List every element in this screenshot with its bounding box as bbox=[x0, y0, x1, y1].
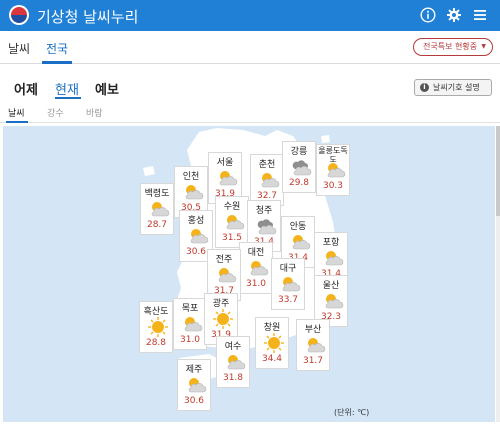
station-daegu[interactable]: 대구 33.7 bbox=[271, 258, 305, 310]
station-yeosu[interactable]: 여수 31.8 bbox=[216, 336, 250, 388]
tab-yesterday[interactable]: 어제 bbox=[14, 79, 38, 98]
warning-status-select[interactable]: 전국특보 현황중 ▼ bbox=[413, 38, 493, 56]
partly-cloudy-icon bbox=[282, 277, 301, 292]
station-suwon[interactable]: 수원 31.5 bbox=[215, 196, 249, 248]
kma-logo[interactable] bbox=[9, 5, 29, 25]
sunny-icon bbox=[213, 309, 233, 329]
gear-icon[interactable] bbox=[446, 7, 462, 23]
partly-cloudy-icon bbox=[227, 355, 246, 370]
info-icon[interactable] bbox=[420, 7, 436, 23]
station-temp: 31.7 bbox=[302, 356, 324, 366]
partly-cloudy-icon bbox=[188, 378, 207, 393]
unit-label: (단위: ℃) bbox=[334, 408, 370, 417]
tab-forecast[interactable]: 예보 bbox=[95, 79, 119, 98]
symbol-legend-button[interactable]: i 날씨기호 설명 bbox=[414, 79, 492, 96]
station-ulleungdo-dokdo[interactable]: 울릉도독도 30.3 bbox=[316, 144, 350, 196]
partly-cloudy-icon bbox=[218, 268, 237, 283]
weather-map[interactable]: 백령도 28.7 인천 30.5 서울 31.9 춘천 32.7 강릉 29.8… bbox=[3, 126, 495, 422]
station-mokpo[interactable]: 목포 31.0 bbox=[173, 298, 207, 350]
partly-cloudy-icon bbox=[307, 338, 326, 353]
station-temp: 31.0 bbox=[245, 279, 267, 289]
partly-cloudy-icon bbox=[261, 173, 280, 188]
active-tab-indicator bbox=[42, 61, 72, 64]
partly-cloudy-icon bbox=[325, 251, 344, 266]
station-jeju[interactable]: 제주 30.6 bbox=[177, 359, 211, 411]
subtab-precipitation[interactable]: 강수 bbox=[47, 106, 64, 119]
station-chuncheon[interactable]: 춘천 32.7 bbox=[250, 154, 284, 206]
station-temp: 29.8 bbox=[288, 178, 310, 188]
scrollbar-thumb[interactable] bbox=[496, 126, 500, 216]
info-icon: i bbox=[420, 83, 429, 92]
partly-cloudy-icon bbox=[226, 215, 245, 230]
partly-cloudy-icon bbox=[292, 235, 311, 250]
station-changwon[interactable]: 창원 34.4 bbox=[255, 317, 289, 369]
page-scrollbar[interactable] bbox=[496, 126, 500, 422]
cloudy-dark-icon bbox=[292, 160, 312, 176]
station-gangneung[interactable]: 강릉 29.8 bbox=[282, 141, 316, 193]
app-title[interactable]: 기상청 날씨누리 bbox=[37, 6, 138, 27]
tab-nationwide[interactable]: 전국 bbox=[46, 40, 68, 57]
station-temp: 31.8 bbox=[222, 373, 244, 383]
menu-icon[interactable] bbox=[472, 7, 488, 23]
station-temp: 28.8 bbox=[145, 338, 167, 348]
partly-cloudy-icon bbox=[185, 185, 204, 200]
partly-cloudy-icon bbox=[325, 294, 344, 309]
station-temp: 34.4 bbox=[261, 354, 283, 364]
partly-cloudy-icon bbox=[327, 163, 346, 178]
chevron-down-icon: ▼ bbox=[481, 43, 486, 50]
symbol-legend-label: 날씨기호 설명 bbox=[433, 83, 480, 92]
station-temp: 28.7 bbox=[146, 220, 168, 230]
app-header: 기상청 날씨누리 bbox=[0, 0, 500, 31]
sunny-icon bbox=[264, 333, 284, 353]
tab-now[interactable]: 현재 bbox=[55, 79, 79, 98]
partly-cloudy-icon bbox=[184, 317, 203, 332]
active-view-indicator bbox=[55, 97, 81, 99]
partly-cloudy-icon bbox=[219, 171, 238, 186]
station-busan[interactable]: 부산 31.7 bbox=[296, 319, 330, 371]
station-heuksando[interactable]: 흑산도 28.8 bbox=[139, 301, 173, 353]
station-temp: 31.0 bbox=[179, 335, 201, 345]
partly-cloudy-icon bbox=[250, 261, 269, 276]
station-temp: 30.6 bbox=[183, 396, 205, 406]
tab-weather[interactable]: 날씨 bbox=[8, 40, 30, 57]
partly-cloudy-icon bbox=[190, 229, 209, 244]
partly-cloudy-icon bbox=[151, 202, 170, 217]
sub-tab-bar: 날씨 강수 바람 bbox=[0, 101, 500, 123]
sunny-icon bbox=[148, 317, 168, 337]
station-temp: 30.3 bbox=[322, 181, 344, 191]
subtab-wind[interactable]: 바람 bbox=[86, 106, 103, 119]
subtab-weather[interactable]: 날씨 bbox=[8, 106, 25, 119]
cloudy-dark-icon bbox=[257, 219, 277, 235]
station-daejeon[interactable]: 대전 31.0 bbox=[239, 242, 273, 294]
warning-status-label: 전국특보 현황중 bbox=[423, 42, 478, 51]
active-subtab-indicator bbox=[6, 121, 28, 123]
station-baengnyeongdo[interactable]: 백령도 28.7 bbox=[140, 183, 174, 235]
station-temp: 33.7 bbox=[277, 295, 299, 305]
